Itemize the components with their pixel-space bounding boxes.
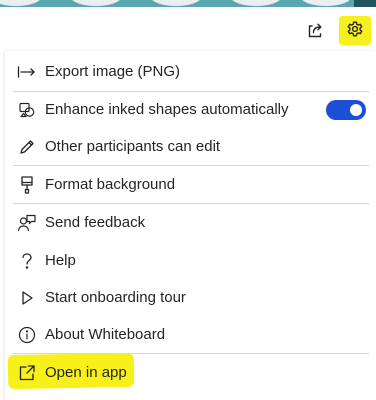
menu-item-start-onboarding-tour[interactable]: Start onboarding tour (5, 279, 376, 316)
share-button[interactable] (302, 17, 328, 43)
share-icon (306, 21, 324, 39)
menu-item-label: Start onboarding tour (45, 289, 186, 306)
play-icon (17, 288, 37, 308)
menu-item-help[interactable]: Help (5, 242, 376, 279)
whiteboard-settings-screen: Export image (PNG) Enhance inked shapes … (0, 0, 376, 400)
question-icon (17, 251, 37, 271)
menu-item-about-whiteboard[interactable]: About Whiteboard (5, 316, 376, 353)
menu-item-label: Help (45, 252, 76, 269)
enhance-shapes-toggle[interactable] (326, 99, 366, 120)
banner-shape (300, 0, 352, 6)
settings-menu: Export image (PNG) Enhance inked shapes … (5, 51, 376, 400)
settings-button[interactable] (342, 17, 368, 43)
gear-icon (345, 20, 365, 40)
banner-shape (230, 0, 282, 6)
shapes-icon (17, 100, 37, 120)
menu-item-label: Format background (45, 176, 176, 193)
open-external-icon (17, 363, 37, 383)
menu-item-label: About Whiteboard (45, 326, 166, 343)
menu-item-export-image[interactable]: Export image (PNG) (5, 53, 376, 90)
banner-shape (0, 0, 42, 6)
banner-shape (150, 0, 202, 6)
menu-item-label: Open in app (45, 364, 127, 381)
toolbar (0, 7, 376, 51)
feedback-person-icon (17, 213, 37, 233)
menu-item-label: Other participants can edit (45, 138, 221, 155)
format-brush-icon (17, 175, 37, 195)
menu-item-send-feedback[interactable]: Send feedback (5, 204, 376, 241)
canvas-banner (0, 0, 376, 7)
menu-item-enhance-inked-shapes[interactable]: Enhance inked shapes automatically (5, 91, 376, 128)
menu-item-label: Export image (PNG) (45, 63, 181, 80)
banner-shape (70, 0, 122, 6)
export-arrow-icon (17, 62, 37, 82)
menu-item-open-in-app[interactable]: Open in app (5, 354, 376, 391)
toggle-knob (350, 103, 362, 116)
banner-avatar-edge (354, 0, 376, 7)
menu-item-label: Enhance inked shapes automatically (45, 101, 289, 118)
info-icon (17, 325, 37, 345)
menu-item-other-participants-edit[interactable]: Other participants can edit (5, 128, 376, 165)
pencil-icon (17, 137, 37, 157)
menu-item-label: Send feedback (45, 214, 146, 231)
menu-item-format-background[interactable]: Format background (5, 166, 376, 203)
